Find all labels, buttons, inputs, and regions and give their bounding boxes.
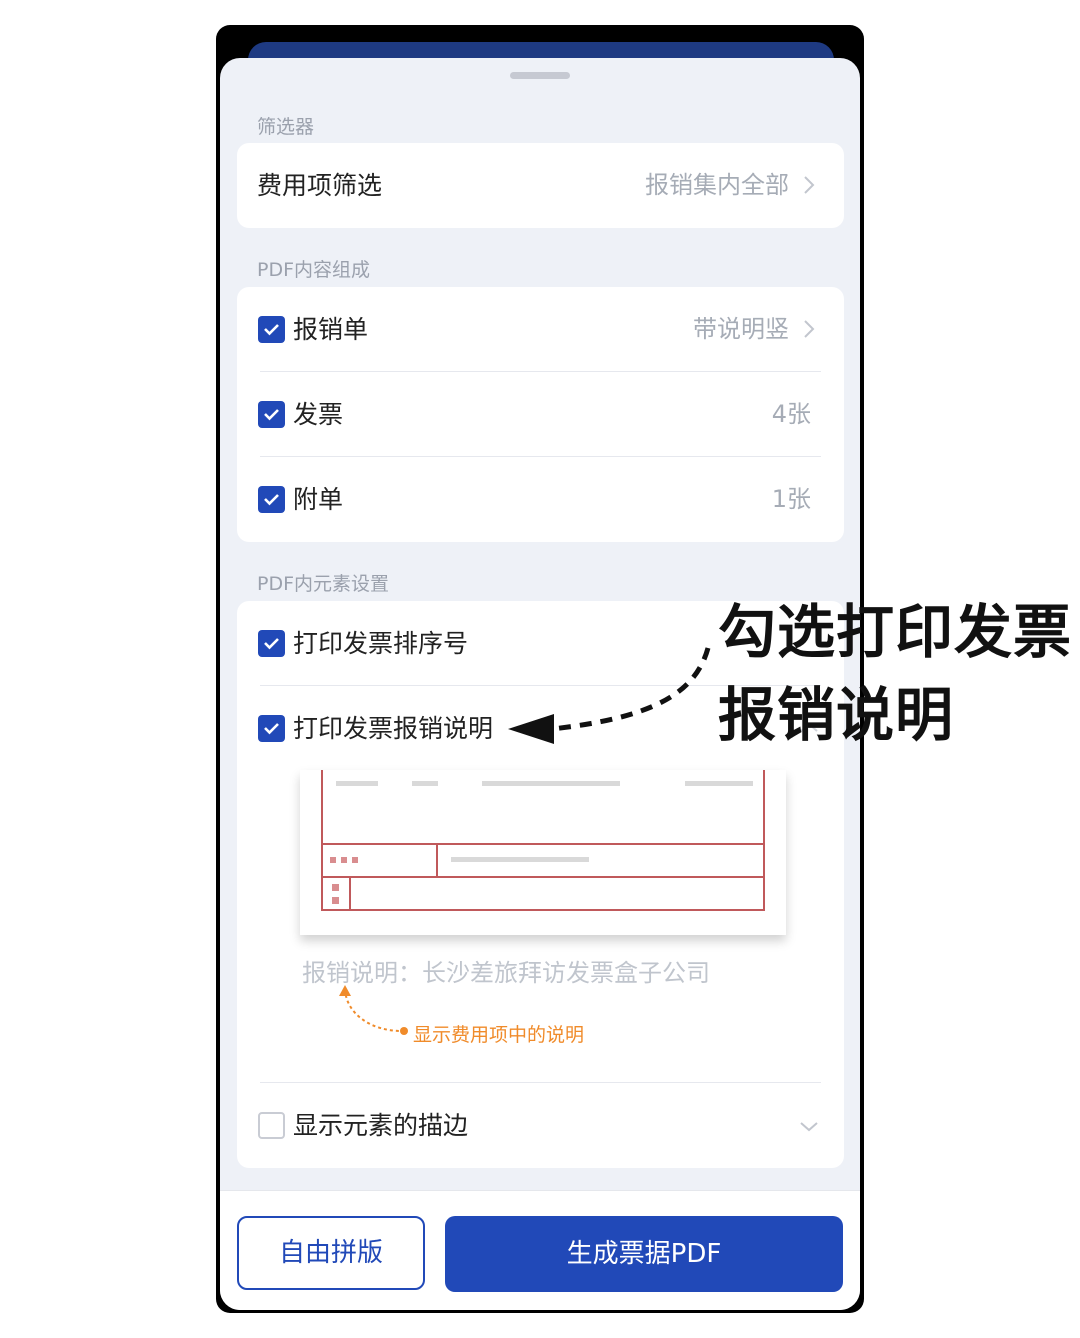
chevron-right-icon bbox=[804, 320, 815, 338]
drag-handle[interactable] bbox=[510, 72, 570, 79]
element-item-label: 显示元素的描边 bbox=[293, 1111, 469, 1140]
checkbox-checked-icon[interactable] bbox=[258, 316, 285, 343]
content-item-value: 1张 bbox=[771, 485, 811, 513]
content-card: 报销单 带说明竖 发票 4张 附单 1张 bbox=[237, 287, 844, 542]
content-item-label: 附单 bbox=[293, 485, 344, 514]
checkbox-unchecked-icon[interactable] bbox=[258, 1112, 285, 1139]
annotation-line2: 报销说明 bbox=[718, 681, 955, 749]
checkbox-checked-icon[interactable] bbox=[258, 630, 285, 657]
expense-filter-value: 报销集内全部 bbox=[645, 171, 789, 199]
free-layout-button[interactable]: 自由拼版 bbox=[237, 1216, 425, 1290]
content-item-label: 报销单 bbox=[293, 315, 369, 344]
annotation-line1: 勾选打印发票 bbox=[718, 598, 1073, 666]
content-item-reimbursement[interactable]: 报销单 带说明竖 bbox=[237, 287, 844, 372]
invoice-preview-image bbox=[300, 770, 786, 935]
filter-card: 费用项筛选 报销集内全部 bbox=[237, 143, 844, 228]
expense-filter-row[interactable]: 费用项筛选 报销集内全部 bbox=[237, 143, 844, 228]
invoice-preview-drawing bbox=[321, 770, 765, 911]
content-item-attachment[interactable]: 附单 1张 bbox=[237, 457, 844, 542]
element-section-title: PDF内元素设置 bbox=[257, 573, 390, 595]
dotted-arrow-icon bbox=[339, 985, 408, 1035]
checkbox-checked-icon[interactable] bbox=[258, 715, 285, 742]
expense-filter-label: 费用项筛选 bbox=[257, 171, 383, 200]
content-item-value: 带说明竖 bbox=[693, 315, 789, 343]
element-item-label: 打印发票报销说明 bbox=[293, 714, 494, 743]
preview-hint-text: 显示费用项中的说明 bbox=[413, 1024, 585, 1046]
content-section-title: PDF内容组成 bbox=[257, 259, 371, 281]
filter-section-title: 筛选器 bbox=[257, 116, 315, 138]
checkbox-checked-icon[interactable] bbox=[258, 401, 285, 428]
checkbox-checked-icon[interactable] bbox=[258, 486, 285, 513]
element-item-label: 打印发票排序号 bbox=[293, 629, 469, 658]
callout-arrow-icon bbox=[508, 647, 711, 744]
content-item-value: 4张 bbox=[771, 400, 811, 428]
generate-pdf-button[interactable]: 生成票据PDF bbox=[445, 1216, 843, 1292]
chevron-down-icon[interactable] bbox=[798, 1114, 820, 1138]
content-item-label: 发票 bbox=[293, 400, 344, 429]
chevron-right-icon bbox=[804, 176, 815, 194]
content-item-invoice[interactable]: 发票 4张 bbox=[237, 372, 844, 457]
element-item-outline[interactable]: 显示元素的描边 bbox=[237, 1083, 844, 1168]
